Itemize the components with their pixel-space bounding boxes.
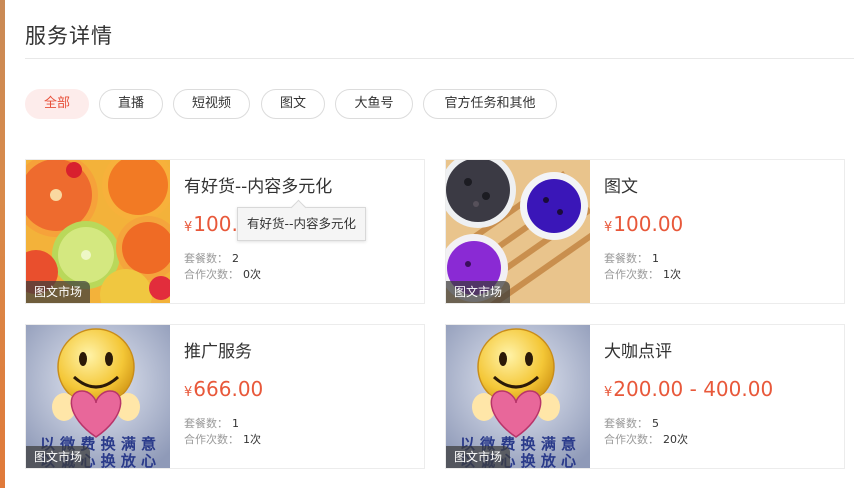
price-value: 666.00 [193,377,264,401]
cooperation-count: 合作次数： 1次 [184,431,261,447]
category-tag: 图文市场 [26,281,91,303]
service-card[interactable]: 图文市场 图文 ¥100.00 套餐数： 1 合作次数： 1次 [445,159,845,304]
service-thumbnail[interactable]: 以 微 费 换 满 意 以 诚 心 换 放 心 图文市场 [446,325,590,468]
package-label: 套餐数： [604,252,648,265]
cooperation-count: 合作次数： 20次 [604,431,688,447]
cooperation-count: 合作次数： 1次 [604,266,681,282]
package-label: 套餐数： [184,417,228,430]
cooperation-label: 合作次数： [604,433,659,446]
package-count: 套餐数： 1 [604,250,659,266]
package-value: 5 [652,417,659,430]
service-price: ¥666.00 [184,377,263,401]
filter-short-video[interactable]: 短视频 [173,89,250,119]
package-label: 套餐数： [184,252,228,265]
price-value: 100.00 [613,212,684,236]
currency-symbol: ¥ [604,385,613,400]
package-count: 套餐数： 2 [184,250,239,266]
filter-live[interactable]: 直播 [99,89,163,119]
service-title[interactable]: 大咖点评 [604,337,672,362]
service-thumbnail[interactable]: 以 微 费 换 满 意 以 诚 心 换 放 心 图文市场 [26,325,170,468]
service-card[interactable]: 以 微 费 换 满 意 以 诚 心 换 放 心 图文市场 大咖点评 ¥200.0… [445,324,845,469]
cooperation-count: 合作次数： 0次 [184,266,261,282]
service-title[interactable]: 有好货--内容多元化 [184,172,332,197]
cooperation-label: 合作次数： [184,268,239,281]
package-label: 套餐数： [604,417,648,430]
service-thumbnail[interactable]: 图文市场 [446,160,590,303]
title-divider [25,58,854,59]
service-card[interactable]: 以 微 费 换 满 意 以 诚 心 换 放 心 图文市场 推广服务 ¥666.0… [25,324,425,469]
window-edge-decoration [0,0,5,488]
filter-all[interactable]: 全部 [25,89,89,119]
package-count: 套餐数： 5 [604,415,659,431]
package-value: 1 [652,252,659,265]
cooperation-value: 20次 [663,433,688,446]
service-price: ¥200.00 - 400.00 [604,377,773,401]
title-tooltip: 有好货--内容多元化 [237,207,367,241]
currency-symbol: ¥ [184,385,193,400]
cooperation-label: 合作次数： [604,268,659,281]
filter-dayu[interactable]: 大鱼号 [335,89,413,119]
currency-symbol: ¥ [604,220,613,235]
service-price: ¥100.00 [604,212,683,236]
category-tag: 图文市场 [26,446,91,468]
price-value: 200.00 - 400.00 [613,377,774,401]
currency-symbol: ¥ [184,220,193,235]
category-tag: 图文市场 [446,446,511,468]
package-value: 2 [232,252,239,265]
filter-image-text[interactable]: 图文 [261,89,325,119]
cooperation-value: 1次 [243,433,261,446]
service-title[interactable]: 推广服务 [184,337,252,362]
cooperation-value: 1次 [663,268,681,281]
package-value: 1 [232,417,239,430]
filter-official-tasks[interactable]: 官方任务和其他 [423,89,557,119]
cooperation-value: 0次 [243,268,261,281]
page-title: 服务详情 [25,24,113,48]
service-title[interactable]: 图文 [604,172,638,197]
package-count: 套餐数： 1 [184,415,239,431]
category-tag: 图文市场 [446,281,511,303]
service-thumbnail[interactable]: 图文市场 [26,160,170,303]
cooperation-label: 合作次数： [184,433,239,446]
